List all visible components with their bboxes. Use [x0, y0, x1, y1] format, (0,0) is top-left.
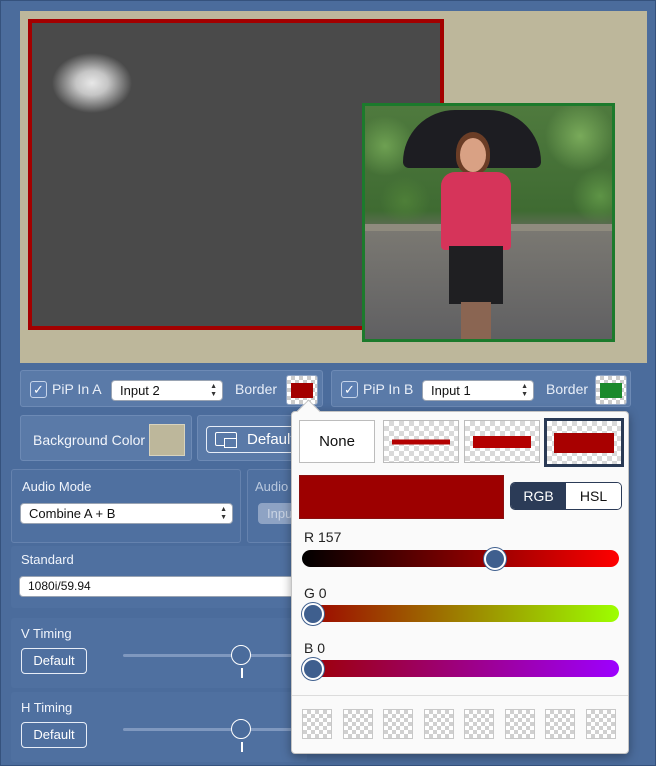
preview-canvas: [20, 11, 647, 363]
background-color-control: Background Color: [20, 415, 192, 461]
recent-color-swatch[interactable]: [342, 709, 373, 739]
presenter: [460, 138, 486, 172]
border-style-none[interactable]: None: [299, 420, 375, 463]
pip-a-checkbox[interactable]: ✓: [30, 381, 47, 398]
pip-a-label: PiP In A: [52, 381, 102, 397]
pip-a-border-color-fill: [291, 383, 313, 398]
blue-slider-track[interactable]: [302, 660, 619, 677]
audio-mode-label: Audio Mode: [22, 479, 92, 494]
current-color-swatch: [299, 475, 504, 519]
standard-select[interactable]: 1080i/59.94: [19, 576, 309, 597]
pip-a-input-select[interactable]: Input 2 ▲ ▼: [111, 380, 223, 401]
standard-label: Standard: [21, 552, 74, 567]
thick-bar: [554, 432, 614, 453]
recent-color-swatch[interactable]: [302, 709, 332, 739]
audio-mode-panel: Audio Mode Combine A + B ▲ ▼: [11, 469, 241, 543]
recent-color-swatch[interactable]: [383, 709, 413, 739]
v-timing-knob[interactable]: [231, 645, 251, 665]
border-style-thick[interactable]: [544, 418, 624, 467]
pip-a-controls: ✓ PiP In A Input 2 ▲ ▼ Border: [20, 370, 323, 407]
color-mode-toggle: RGB HSL: [510, 482, 622, 510]
recent-color-swatch[interactable]: [585, 709, 616, 739]
red-slider-knob[interactable]: [483, 548, 506, 570]
red-slider-track[interactable]: [302, 550, 619, 567]
popover-divider: [292, 695, 628, 696]
pip-b-input-select[interactable]: Input 1 ▲ ▼: [422, 380, 534, 401]
blue-label: B 0: [304, 640, 326, 656]
border-style-medium[interactable]: [464, 420, 540, 463]
hsl-mode-button[interactable]: HSL: [566, 483, 621, 509]
recent-color-swatch[interactable]: [464, 709, 494, 739]
h-timing-label: H Timing: [21, 700, 73, 715]
h-timing-knob[interactable]: [231, 719, 251, 739]
border-color-popover: None RGB HSL R 157 G 0 B 0: [291, 411, 629, 754]
pip-b-label: PiP In B: [363, 381, 414, 397]
pip-a-border-label: Border: [235, 381, 278, 397]
rgb-mode-button[interactable]: RGB: [511, 483, 566, 509]
green-slider-knob[interactable]: [302, 603, 324, 625]
audio-secondary-label: Audio: [255, 479, 289, 494]
green-label: G 0: [304, 585, 327, 601]
select-arrows-icon: ▲ ▼: [220, 506, 227, 521]
recent-color-swatch[interactable]: [423, 709, 454, 739]
h-timing-default-button[interactable]: Default: [21, 722, 87, 748]
pip-b-border-color-button[interactable]: [595, 375, 627, 405]
v-timing-default-button[interactable]: Default: [21, 648, 87, 674]
h-timing-track: [123, 728, 313, 731]
pip-a-border-color-button[interactable]: [286, 375, 318, 405]
border-style-thin[interactable]: [383, 420, 459, 463]
green-slider-track[interactable]: [302, 605, 619, 622]
pip-b-border-label: Border: [546, 381, 589, 397]
v-timing-track: [123, 654, 313, 657]
background-color-label: Background Color: [33, 432, 146, 448]
medium-bar: [473, 435, 531, 448]
audio-mode-select[interactable]: Combine A + B ▲ ▼: [20, 503, 233, 524]
standard-panel: Standard 1080i/59.94: [11, 546, 309, 608]
background-color-swatch[interactable]: [149, 424, 185, 456]
v-timing-label: V Timing: [21, 626, 72, 641]
select-arrows-icon: ▲ ▼: [521, 383, 528, 398]
thin-bar: [392, 439, 450, 444]
pip-b-video: [362, 103, 615, 342]
app-window: ✓ PiP In A Input 2 ▲ ▼ Border ✓ PiP In B …: [0, 0, 656, 766]
red-label: R 157: [304, 529, 342, 545]
recent-color-swatch[interactable]: [545, 709, 575, 739]
pip-b-border-color-fill: [600, 383, 622, 398]
pip-b-controls: ✓ PiP In B Input 1 ▲ ▼ Border: [331, 370, 631, 407]
recent-color-swatch[interactable]: [504, 709, 535, 739]
select-arrows-icon: ▲ ▼: [210, 383, 217, 398]
pip-b-checkbox[interactable]: ✓: [341, 381, 358, 398]
v-timing-panel: V Timing Default: [11, 618, 313, 688]
pip-layout-icon: [215, 432, 237, 448]
blue-slider-knob[interactable]: [302, 658, 324, 680]
h-timing-panel: H Timing Default: [11, 692, 313, 762]
